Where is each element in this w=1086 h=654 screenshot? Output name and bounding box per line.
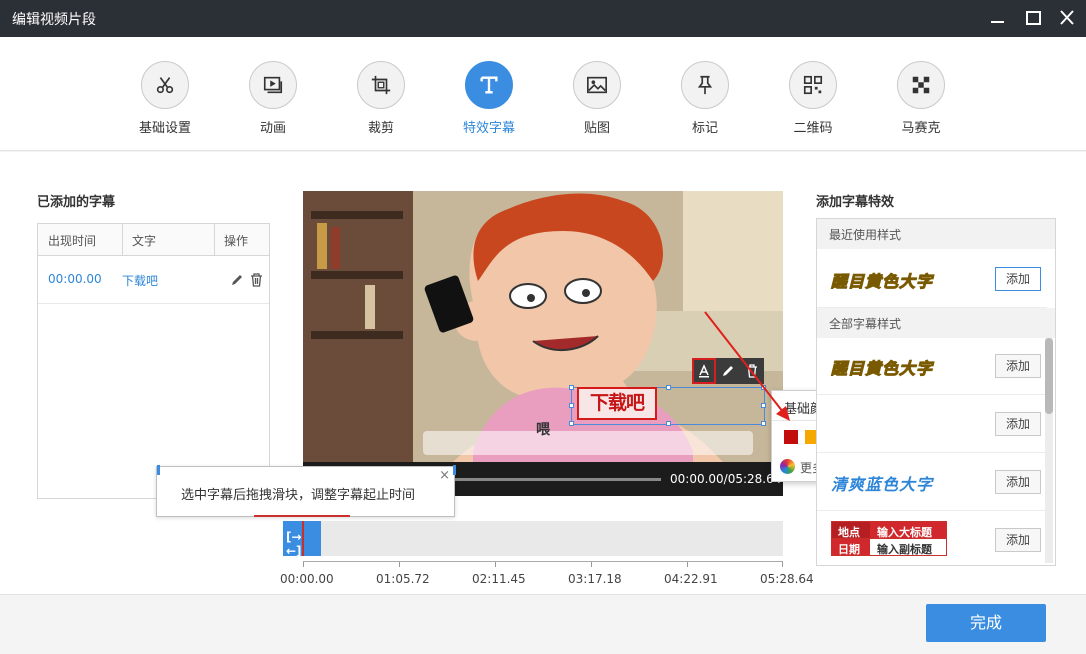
video-time-display: 00:00.00/05:28.64 <box>670 472 782 486</box>
color-wheel-icon <box>780 459 795 474</box>
font-color-button[interactable] <box>692 358 716 384</box>
qrcode-icon <box>789 61 837 109</box>
tick-label: 02:11.45 <box>472 572 526 586</box>
added-subtitles-title: 已添加的字幕 <box>37 195 116 210</box>
trash-icon[interactable] <box>250 273 263 287</box>
effects-scrollbar[interactable] <box>1045 338 1053 563</box>
text-t-icon <box>465 61 513 109</box>
video-preview[interactable]: 喂 00:00.00/05:28.64 <box>303 191 783 496</box>
feature-toolbar: 基础设置 动画 裁剪 特效字幕 贴图 标记 二维码 马赛克 <box>0 37 1086 151</box>
table-header: 出现时间 文字 操作 <box>38 224 269 256</box>
caption-bar-text: 喂 <box>536 422 551 438</box>
done-button[interactable]: 完成 <box>926 604 1046 642</box>
add-style-button[interactable]: 添加 <box>995 412 1041 436</box>
add-style-button[interactable]: 添加 <box>995 528 1041 552</box>
edit-icon[interactable] <box>230 273 244 287</box>
tick-label: 01:05.72 <box>376 572 430 586</box>
list-item[interactable]: 清爽蓝色大字 添加 <box>817 453 1047 511</box>
edit-subtitle-button[interactable] <box>716 358 740 384</box>
tool-label: 二维码 <box>793 121 833 136</box>
close-button[interactable] <box>1054 6 1080 30</box>
tool-sticker[interactable]: 贴图 <box>551 61 643 136</box>
tick-label: 05:28.64 <box>760 572 814 586</box>
add-style-button[interactable]: 添加 <box>995 470 1041 494</box>
col-action: 操作 <box>224 234 249 248</box>
tool-label: 标记 <box>691 121 718 136</box>
tool-basic-settings[interactable]: 基础设置 <box>119 61 211 136</box>
tool-marker[interactable]: 标记 <box>659 61 751 136</box>
list-item[interactable]: 醒目黄色大字 添加 <box>817 337 1047 395</box>
window-title: 编辑视频片段 <box>12 12 96 28</box>
tool-label: 特效字幕 <box>462 121 515 136</box>
range-handle-glyph: [→ ←] <box>286 530 302 558</box>
mosaic-icon <box>897 61 945 109</box>
subtitle-table: 出现时间 文字 操作 00:00.00 下载吧 <box>37 223 270 499</box>
row-time: 00:00.00 <box>48 272 102 286</box>
col-text: 文字 <box>132 234 157 248</box>
minimize-button[interactable] <box>984 6 1010 30</box>
tooltip-close-icon[interactable]: × <box>439 468 450 483</box>
pencil-icon <box>723 366 733 376</box>
subtitle-text-on-video[interactable]: 下载吧 <box>577 387 657 420</box>
subtitle-timeline-track[interactable] <box>283 521 783 556</box>
maximize-icon <box>1026 11 1041 25</box>
subtitle-effects-title: 添加字幕特效 <box>816 195 895 210</box>
style-sample: 醒目黄色大字 <box>830 272 934 292</box>
minimize-icon <box>991 21 1004 23</box>
style-sample: 清爽蓝色大字 <box>831 475 934 494</box>
crop-icon <box>357 61 405 109</box>
tool-label: 基础设置 <box>138 121 191 136</box>
tool-label: 马赛克 <box>901 121 941 136</box>
delete-subtitle-button[interactable] <box>740 358 764 384</box>
list-item[interactable]: 添加 <box>817 395 1047 453</box>
tooltip-text: 选中字幕后拖拽滑块，调整字幕起止时间 <box>181 488 416 503</box>
all-styles-label: 全部字幕样式 <box>817 308 1055 338</box>
tool-animation[interactable]: 动画 <box>227 61 319 136</box>
time-ruler <box>303 561 783 569</box>
trash-icon <box>747 364 757 378</box>
subtitle-effects-panel: 最近使用样式 醒目黄色大字 添加 全部字幕样式 醒目黄色大字 添加 添加 清爽蓝… <box>816 218 1056 566</box>
table-row[interactable]: 00:00.00 下载吧 <box>38 256 269 304</box>
footer-bar <box>0 594 1086 654</box>
tool-label: 动画 <box>259 121 286 136</box>
tool-qrcode[interactable]: 二维码 <box>767 61 859 136</box>
col-time: 出现时间 <box>48 234 97 248</box>
add-style-button[interactable]: 添加 <box>995 354 1041 378</box>
tool-label: 裁剪 <box>367 121 394 136</box>
font-color-icon <box>699 364 709 378</box>
row-text: 下载吧 <box>122 274 159 288</box>
list-item[interactable]: 地点 输入大标题 日期 输入副标题 添加 <box>817 511 1047 565</box>
style-sample: 醒目黄色大字 <box>830 359 934 379</box>
timeline-hint-tooltip: 选中字幕后拖拽滑块，调整字幕起止时间 × <box>156 465 456 517</box>
subtitle-range-slider[interactable]: [→ ←] <box>283 521 321 558</box>
tick-label: 04:22.91 <box>664 572 718 586</box>
scrollbar-thumb[interactable] <box>1045 338 1053 414</box>
close-icon <box>1060 10 1074 25</box>
play-frame-icon <box>249 61 297 109</box>
timeline-marker-line <box>254 515 350 517</box>
tool-effect-subtitle[interactable]: 特效字幕 <box>443 61 535 136</box>
image-icon <box>573 61 621 109</box>
add-style-button[interactable]: 添加 <box>995 267 1041 291</box>
list-item[interactable]: 醒目黄色大字 添加 <box>817 250 1047 308</box>
tick-label: 00:00.00 <box>280 572 334 586</box>
tool-mosaic[interactable]: 马赛克 <box>875 61 967 136</box>
tool-crop[interactable]: 裁剪 <box>335 61 427 136</box>
tool-label: 贴图 <box>583 121 610 136</box>
maximize-button[interactable] <box>1020 6 1046 30</box>
video-progress-track[interactable] <box>453 478 661 481</box>
pin-icon <box>681 61 729 109</box>
scissors-icon <box>141 61 189 109</box>
title-bar: 编辑视频片段 <box>0 0 1086 37</box>
color-swatch-red[interactable] <box>784 430 798 444</box>
tick-label: 03:17.18 <box>568 572 622 586</box>
title-tag-sample: 地点 输入大标题 日期 输入副标题 <box>831 521 947 557</box>
recent-styles-label: 最近使用样式 <box>817 219 1055 249</box>
